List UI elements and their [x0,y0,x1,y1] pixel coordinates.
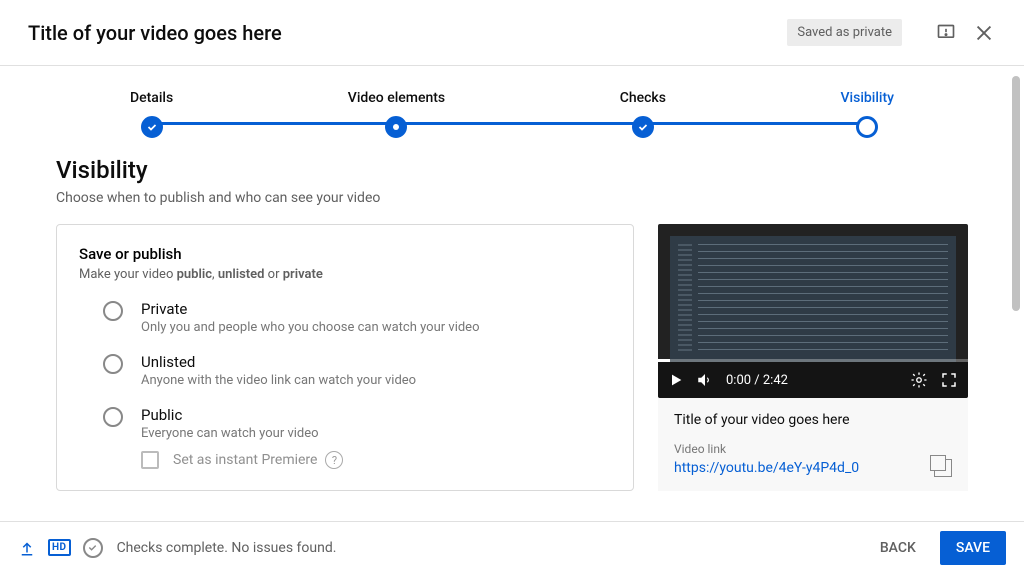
video-title: Title of your video goes here [28,21,787,45]
fullscreen-icon[interactable] [940,371,958,389]
dialog-footer: HD Checks complete. No issues found. BAC… [0,521,1024,573]
card-sub-text: or [264,267,282,282]
preview-meta: Title of your video goes here Video link… [658,398,968,491]
help-icon[interactable]: ? [325,451,343,469]
play-icon[interactable] [668,372,684,388]
step-visibility[interactable]: Visibility [841,90,894,138]
settings-icon[interactable] [910,371,928,389]
premiere-row[interactable]: Set as instant Premiere ? [79,451,611,469]
preview-panel: 0:00 / 2:42 Title of your video goes her… [658,224,968,491]
step-dot-icon [385,116,407,138]
video-thumbnail[interactable]: 0:00 / 2:42 [658,224,968,398]
preview-link[interactable]: https://youtu.be/4eY-y4P4d_0 [674,460,859,476]
radio-public[interactable]: Public Everyone can watch your video [79,406,611,441]
feedback-icon[interactable] [934,21,958,45]
volume-icon[interactable] [696,371,714,389]
card-sub-bold: unlisted [218,267,265,282]
radio-private[interactable]: Private Only you and people who you choo… [79,300,611,335]
stepper: Details Video elements Checks Visibility [0,66,1024,148]
hd-badge: HD [48,539,71,556]
check-circle-icon [83,538,103,558]
video-content-placeholder [670,236,956,362]
video-controls: 0:00 / 2:42 [658,362,968,398]
checkbox-icon[interactable] [141,451,159,469]
stepper-line [150,122,874,125]
card-subtitle: Make your video public, unlisted or priv… [79,267,611,282]
step-details[interactable]: Details [130,90,173,138]
radio-desc: Only you and people who you choose can w… [141,320,480,335]
card-sub-bold: public [177,267,212,282]
save-status-badge: Saved as private [787,19,902,46]
radio-title: Unlisted [141,353,416,371]
step-label: Details [130,90,173,106]
step-video-elements[interactable]: Video elements [348,90,445,138]
back-button[interactable]: BACK [866,532,930,564]
card-sub-bold: private [283,267,323,282]
radio-icon[interactable] [103,354,123,374]
section-title: Visibility [56,156,968,184]
radio-title: Private [141,300,480,318]
step-dot-check-icon [632,116,654,138]
radio-desc: Anyone with the video link can watch you… [141,373,416,388]
footer-status-text: Checks complete. No issues found. [117,540,337,556]
card-title: Save or publish [79,245,611,263]
upload-icon[interactable] [18,539,36,557]
copy-icon[interactable] [934,459,952,477]
premiere-label: Set as instant Premiere [173,452,317,468]
save-publish-card[interactable]: Save or publish Make your video public, … [56,224,634,491]
step-dot-current-icon [856,116,878,138]
step-label: Checks [620,90,666,106]
scrollbar[interactable] [1012,76,1020,311]
section-subtitle: Choose when to publish and who can see y… [56,190,968,206]
step-dot-check-icon [141,116,163,138]
preview-link-label: Video link [674,442,952,456]
radio-icon[interactable] [103,301,123,321]
content-area: Visibility Choose when to publish and wh… [0,148,1024,538]
radio-title: Public [141,406,319,424]
close-icon[interactable] [972,21,996,45]
save-button[interactable]: SAVE [940,531,1006,565]
preview-video-title: Title of your video goes here [674,412,952,428]
step-label: Video elements [348,90,445,106]
radio-icon[interactable] [103,407,123,427]
radio-unlisted[interactable]: Unlisted Anyone with the video link can … [79,353,611,388]
step-label: Visibility [841,90,894,106]
step-checks[interactable]: Checks [620,90,666,138]
card-sub-text: Make your video [79,267,177,282]
footer-status-icons: HD [18,538,103,558]
radio-desc: Everyone can watch your video [141,426,319,441]
video-time: 0:00 / 2:42 [726,373,788,388]
dialog-header: Title of your video goes here Saved as p… [0,0,1024,66]
